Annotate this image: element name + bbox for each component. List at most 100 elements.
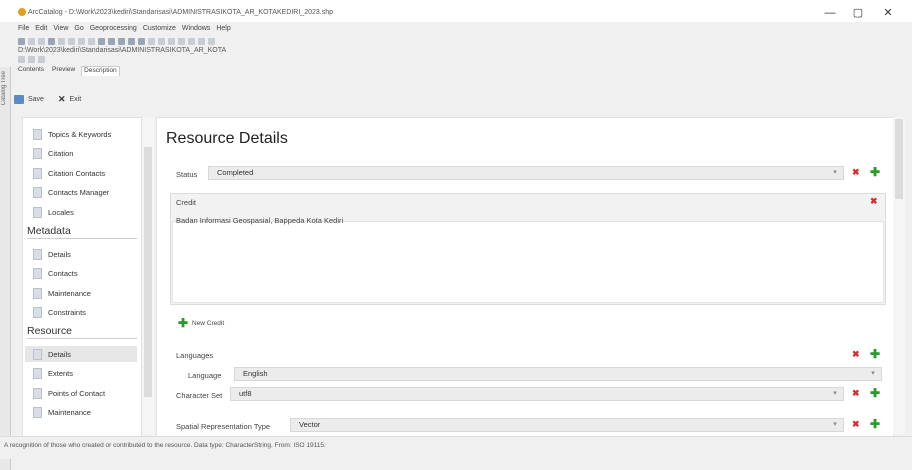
toolbar-icon[interactable] [158, 37, 165, 45]
toolbar-icon[interactable] [138, 37, 145, 45]
nav-citation[interactable]: Citation [33, 145, 137, 161]
menu-go[interactable]: Go [74, 25, 83, 35]
languages-label: Languages [176, 351, 214, 360]
toolbar-icon[interactable] [168, 37, 175, 45]
nav-resource-extents[interactable]: Extents [33, 365, 137, 381]
toolbar-icon[interactable] [188, 37, 195, 45]
nav-citation-contacts[interactable]: Citation Contacts [33, 165, 137, 181]
toolbar-icon[interactable] [28, 37, 35, 45]
nav-scrollbar[interactable] [142, 117, 154, 435]
language-label: Language [188, 371, 222, 380]
toolbar-icon[interactable] [198, 37, 205, 45]
page-icon [33, 387, 42, 399]
page-icon [33, 186, 42, 198]
credit-label: Credit [176, 198, 197, 207]
save-label: Save [28, 95, 44, 103]
add-spatial-icon[interactable]: ✚ [870, 418, 880, 430]
toolbar-icon[interactable] [18, 56, 25, 63]
spatial-representation-select[interactable]: Vector [290, 418, 844, 432]
page-icon [33, 348, 42, 360]
delete-status-icon[interactable]: ✖ [852, 167, 860, 178]
toolbar-icon[interactable] [98, 37, 105, 45]
nav-metadata-contacts[interactable]: Contacts [33, 265, 137, 281]
nav-metadata-details[interactable]: Details [33, 246, 137, 262]
status-select[interactable]: Completed [208, 166, 844, 180]
menu-help[interactable]: Help [216, 25, 230, 35]
menu-windows[interactable]: Windows [182, 25, 210, 35]
minimize-button[interactable]: — [820, 6, 840, 20]
character-set-select[interactable]: utf8 [230, 387, 844, 401]
nav-locales[interactable]: Locales [33, 204, 137, 220]
credit-textarea[interactable] [172, 221, 884, 303]
add-status-icon[interactable]: ✚ [870, 166, 880, 178]
nav-topics-keywords[interactable]: Topics & Keywords [33, 126, 137, 142]
toolbar-icon[interactable] [178, 37, 185, 45]
page-icon [33, 167, 42, 179]
menu-geoprocessing[interactable]: Geoprocessing [90, 25, 137, 35]
delete-spatial-icon[interactable]: ✖ [852, 419, 860, 430]
add-charset-icon[interactable]: ✚ [870, 387, 880, 399]
edit-toolbar: Save ✕ Exit [14, 92, 81, 106]
maximize-button[interactable]: ▢ [848, 6, 868, 20]
new-credit-icon[interactable]: ✚ [178, 317, 188, 329]
status-label: Status [176, 170, 198, 179]
page-icon [33, 128, 42, 140]
menu-edit[interactable]: Edit [35, 25, 47, 35]
new-credit-link[interactable]: New Credit [192, 320, 224, 327]
toolbar-icon[interactable] [128, 37, 135, 45]
page-icon [33, 147, 42, 159]
nav-contacts-manager[interactable]: Contacts Manager [33, 184, 137, 200]
toolbar-icon[interactable] [78, 37, 85, 45]
language-select[interactable]: English [234, 367, 882, 381]
tab-contents[interactable]: Contents [16, 66, 46, 76]
toolbar-icon[interactable] [38, 56, 45, 63]
menu-view[interactable]: View [53, 25, 68, 35]
scrollbar-thumb[interactable] [895, 119, 903, 199]
chevron-down-icon: ▾ [833, 169, 837, 176]
main-scrollbar[interactable] [893, 117, 905, 435]
chevron-down-icon: ▾ [833, 390, 837, 397]
delete-language-icon[interactable]: ✖ [852, 349, 860, 360]
delete-credit-icon[interactable]: ✖ [870, 196, 878, 207]
nav-resource-points-of-contact[interactable]: Points of Contact [33, 385, 137, 401]
delete-charset-icon[interactable]: ✖ [852, 388, 860, 399]
exit-button[interactable]: ✕ Exit [58, 94, 81, 105]
page-icon [33, 367, 42, 379]
toolbar-icon[interactable] [108, 37, 115, 45]
page-icon [33, 287, 42, 299]
scrollbar-thumb[interactable] [144, 147, 152, 397]
close-button[interactable]: ✕ [878, 6, 898, 20]
metadata-nav-panel: Topics & Keywords Citation Citation Cont… [22, 117, 142, 437]
toolbar-icon[interactable] [208, 37, 215, 45]
toolbar-icon[interactable] [118, 37, 125, 45]
menu-file[interactable]: File [18, 25, 29, 35]
page-icon [33, 306, 42, 318]
catalog-tree-strip[interactable]: Catalog Tree [0, 67, 11, 470]
save-button[interactable]: Save [14, 94, 44, 104]
menu-customize[interactable]: Customize [143, 25, 176, 35]
resource-heading: Resource [27, 325, 137, 339]
nav-resource-maintenance[interactable]: Maintenance [33, 404, 137, 420]
toolbar-icon[interactable] [38, 37, 45, 45]
nav-metadata-maintenance[interactable]: Maintenance [33, 285, 137, 301]
toolbar-icon[interactable] [58, 37, 65, 45]
toolbar-icon[interactable] [88, 37, 95, 45]
toolbar-icon[interactable] [68, 37, 75, 45]
nav-metadata-constraints[interactable]: Constraints [33, 304, 137, 320]
toolbar-icon[interactable] [18, 37, 25, 45]
location-path[interactable]: D:\Work\2023\kediri\Standarisasi\ADMINIS… [18, 47, 226, 54]
tab-description[interactable]: Description [81, 66, 120, 76]
arccatalog-app-icon [18, 8, 26, 16]
catalog-tree-label: Catalog Tree [1, 71, 7, 106]
add-language-icon[interactable]: ✚ [870, 348, 880, 360]
credit-value[interactable]: Badan Informasi Geospasial, Bappeda Kota… [176, 216, 343, 225]
window-title: ArcCatalog - D:\Work\2023\kediri\Standar… [28, 9, 334, 16]
spatial-representation-label: Spatial Representation Type [176, 422, 271, 431]
toolbar-icon[interactable] [148, 37, 155, 45]
toolbar-icon[interactable] [28, 56, 35, 63]
tab-preview[interactable]: Preview [50, 66, 77, 76]
toolbar-icon[interactable] [48, 37, 55, 45]
nav-resource-details[interactable]: Details [25, 346, 137, 362]
page-icon [33, 406, 42, 418]
save-icon [14, 94, 24, 104]
